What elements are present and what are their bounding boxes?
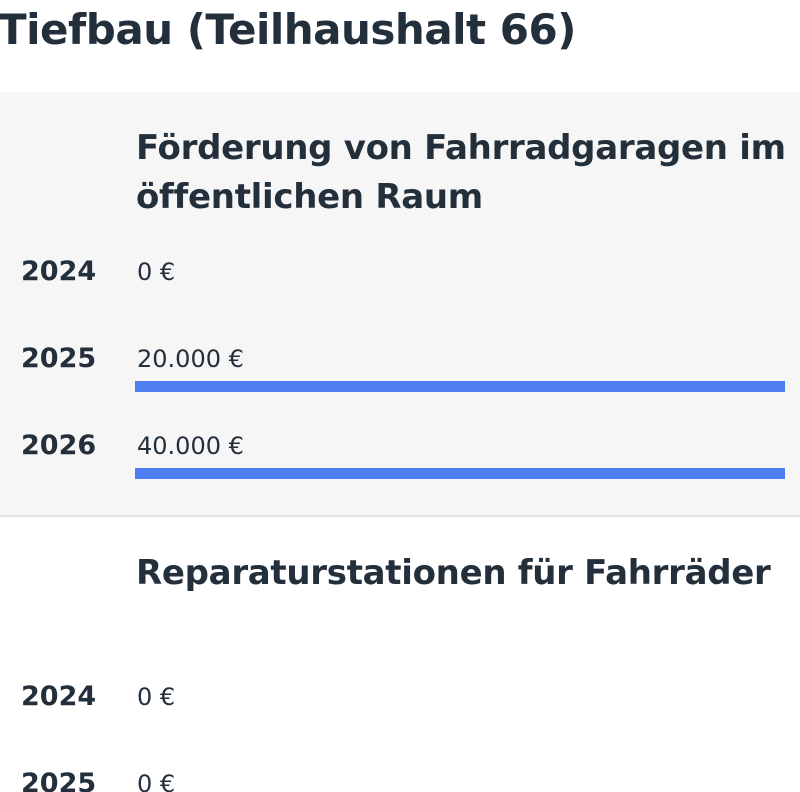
row-year: 2024 [21, 256, 97, 287]
row-year: 2024 [21, 681, 97, 712]
amount-bar [135, 294, 785, 305]
row-amount: 20.000 € [137, 345, 244, 373]
amount-bar [135, 468, 785, 479]
row-year: 2026 [21, 430, 97, 461]
budget-item-fahrradgaragen: Förderung von Fahrradgaragen im öffentli… [0, 92, 800, 517]
amount-bar [135, 381, 785, 392]
row-amount: 0 € [137, 770, 176, 792]
budget-item-title: Förderung von Fahrradgaragen im öffentli… [136, 128, 786, 217]
page-title: Tiefbau (Teilhaushalt 66) [0, 5, 576, 54]
budget-row-2024: 2024 0 € [0, 254, 800, 314]
budget-row-2025: 2025 0 € [0, 766, 800, 792]
budget-row-2025: 2025 20.000 € [0, 341, 800, 401]
row-year: 2025 [21, 768, 97, 792]
budget-page: Tiefbau (Teilhaushalt 66) Förderung von … [0, 0, 800, 792]
row-year: 2025 [21, 343, 97, 374]
budget-item-title: Reparaturstationen für Fahrräder [136, 553, 771, 593]
budget-item-reparaturstationen: Reparaturstationen für Fahrräder 2024 0 … [0, 517, 800, 792]
row-amount: 0 € [137, 683, 176, 711]
row-amount: 40.000 € [137, 432, 244, 460]
amount-bar-fill [135, 381, 785, 392]
amount-bar [135, 719, 785, 730]
row-amount: 0 € [137, 258, 176, 286]
budget-row-2024: 2024 0 € [0, 679, 800, 739]
budget-row-2026: 2026 40.000 € [0, 428, 800, 488]
amount-bar-fill [135, 468, 785, 479]
